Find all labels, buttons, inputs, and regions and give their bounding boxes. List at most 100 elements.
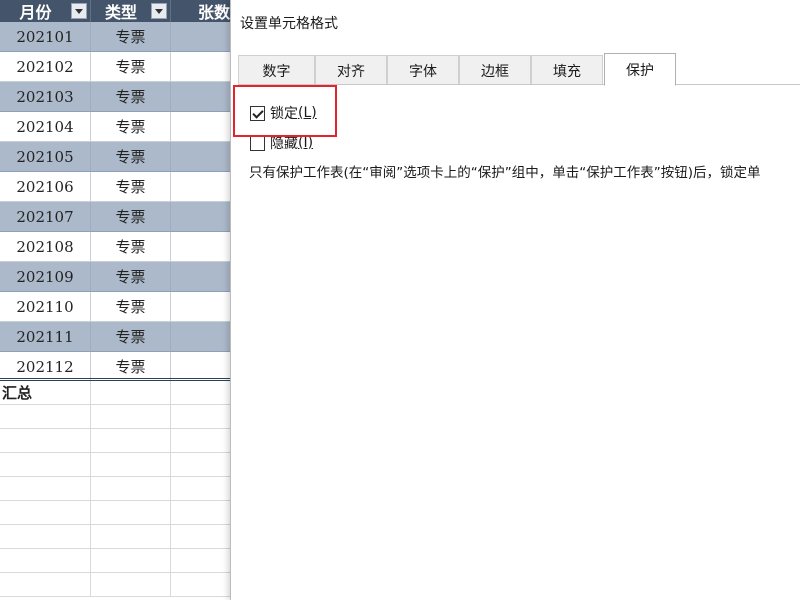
cell-count[interactable] bbox=[171, 82, 232, 112]
cell-month[interactable]: 202106 bbox=[0, 172, 91, 202]
cell-count[interactable] bbox=[171, 112, 232, 142]
cell-type[interactable]: 专票 bbox=[91, 22, 171, 52]
cell-empty[interactable] bbox=[91, 501, 171, 525]
table-row[interactable]: 202103 专票 bbox=[0, 82, 232, 112]
cell-empty[interactable] bbox=[0, 573, 91, 597]
cell-empty[interactable] bbox=[171, 525, 232, 549]
cell-count[interactable] bbox=[171, 142, 232, 172]
cell-empty[interactable] bbox=[91, 477, 171, 501]
cell-empty[interactable] bbox=[0, 405, 91, 429]
cell-empty[interactable] bbox=[0, 429, 91, 453]
cell-month[interactable]: 202103 bbox=[0, 82, 91, 112]
empty-row[interactable] bbox=[0, 549, 232, 573]
dialog-title: 设置单元格格式 bbox=[240, 16, 338, 32]
cell-month[interactable]: 202104 bbox=[0, 112, 91, 142]
table-row[interactable]: 202108 专票 bbox=[0, 232, 232, 262]
header-count[interactable]: 张数 bbox=[171, 0, 232, 22]
cell-month[interactable]: 202110 bbox=[0, 292, 91, 322]
tab-number[interactable]: 数字 bbox=[238, 55, 315, 85]
cell-empty[interactable] bbox=[0, 549, 91, 573]
table-row[interactable]: 202101 专票 bbox=[0, 22, 232, 52]
cell-type[interactable]: 专票 bbox=[91, 142, 171, 172]
cell-type[interactable]: 专票 bbox=[91, 322, 171, 352]
cell-month[interactable]: 202105 bbox=[0, 142, 91, 172]
filter-dropdown-icon[interactable] bbox=[151, 3, 167, 19]
cell-empty[interactable] bbox=[91, 405, 171, 429]
cell-type[interactable]: 专票 bbox=[91, 292, 171, 322]
cell-empty[interactable] bbox=[91, 549, 171, 573]
tab-fill[interactable]: 填充 bbox=[531, 55, 603, 85]
empty-row[interactable] bbox=[0, 477, 232, 501]
filter-dropdown-icon[interactable] bbox=[71, 3, 87, 19]
cell-empty[interactable] bbox=[171, 549, 232, 573]
cell-count[interactable] bbox=[171, 172, 232, 202]
cell-empty[interactable] bbox=[171, 405, 232, 429]
cell-type[interactable]: 专票 bbox=[91, 112, 171, 142]
tab-protection[interactable]: 保护 bbox=[604, 53, 676, 86]
cell-count[interactable] bbox=[171, 292, 232, 322]
cell-type[interactable]: 专票 bbox=[91, 202, 171, 232]
cell-type[interactable]: 专票 bbox=[91, 232, 171, 262]
cell-count[interactable] bbox=[171, 322, 232, 352]
annotation-highlight-box bbox=[233, 85, 337, 137]
header-month-label: 月份 bbox=[19, 3, 52, 22]
table-row[interactable]: 202104 专票 bbox=[0, 112, 232, 142]
cell-month[interactable]: 202101 bbox=[0, 22, 91, 52]
cell-empty[interactable] bbox=[91, 381, 171, 405]
cell-month[interactable]: 202109 bbox=[0, 262, 91, 292]
tab-border[interactable]: 边框 bbox=[459, 55, 531, 85]
cell-type[interactable]: 专票 bbox=[91, 82, 171, 112]
cell-empty[interactable] bbox=[0, 453, 91, 477]
hidden-checkbox[interactable] bbox=[250, 135, 265, 151]
summary-label[interactable]: 汇总 bbox=[0, 381, 91, 405]
table-row[interactable]: 202107 专票 bbox=[0, 202, 232, 232]
header-count-label: 张数 bbox=[198, 3, 231, 22]
cell-empty[interactable] bbox=[171, 381, 232, 405]
cell-empty[interactable] bbox=[0, 501, 91, 525]
hidden-hotkey: (I) bbox=[298, 135, 314, 151]
empty-row[interactable] bbox=[0, 453, 232, 477]
empty-row[interactable] bbox=[0, 501, 232, 525]
table-row[interactable]: 202106 专票 bbox=[0, 172, 232, 202]
cell-count[interactable] bbox=[171, 52, 232, 82]
cell-empty[interactable] bbox=[0, 525, 91, 549]
cell-type[interactable]: 专票 bbox=[91, 262, 171, 292]
cell-type[interactable]: 专票 bbox=[91, 52, 171, 82]
summary-row[interactable]: 汇总 bbox=[0, 381, 232, 405]
cell-empty[interactable] bbox=[171, 477, 232, 501]
cell-month[interactable]: 202108 bbox=[0, 232, 91, 262]
header-month[interactable]: 月份 bbox=[0, 0, 91, 22]
empty-row[interactable] bbox=[0, 525, 232, 549]
cell-empty[interactable] bbox=[0, 477, 91, 501]
cell-empty[interactable] bbox=[171, 429, 232, 453]
header-type[interactable]: 类型 bbox=[91, 0, 171, 22]
cell-count[interactable] bbox=[171, 202, 232, 232]
cell-empty[interactable] bbox=[91, 429, 171, 453]
cell-empty[interactable] bbox=[91, 525, 171, 549]
tab-alignment[interactable]: 对齐 bbox=[315, 55, 387, 85]
cell-count[interactable] bbox=[171, 22, 232, 52]
protection-info-text: 只有保护工作表(在“审阅”选项卡上的“保护”组中，单击“保护工作表”按钮)后，锁… bbox=[249, 165, 761, 181]
cell-type[interactable]: 专票 bbox=[91, 172, 171, 202]
cell-month[interactable]: 202102 bbox=[0, 52, 91, 82]
table-row[interactable]: 202109 专票 bbox=[0, 262, 232, 292]
cell-month[interactable]: 202111 bbox=[0, 322, 91, 352]
header-type-label: 类型 bbox=[104, 3, 137, 22]
spreadsheet: 月份 类型 张数 202101 专票 202102 专票 202103 专票 2… bbox=[0, 0, 232, 600]
cell-empty[interactable] bbox=[171, 573, 232, 597]
table-row[interactable]: 202105 专票 bbox=[0, 142, 232, 172]
empty-row[interactable] bbox=[0, 573, 232, 597]
empty-row[interactable] bbox=[0, 405, 232, 429]
cell-empty[interactable] bbox=[171, 501, 232, 525]
table-row[interactable]: 202102 专票 bbox=[0, 52, 232, 82]
cell-empty[interactable] bbox=[91, 573, 171, 597]
table-row[interactable]: 202111 专票 bbox=[0, 322, 232, 352]
cell-count[interactable] bbox=[171, 232, 232, 262]
empty-row[interactable] bbox=[0, 429, 232, 453]
cell-empty[interactable] bbox=[171, 453, 232, 477]
tab-font[interactable]: 字体 bbox=[387, 55, 459, 85]
cell-empty[interactable] bbox=[91, 453, 171, 477]
cell-month[interactable]: 202107 bbox=[0, 202, 91, 232]
cell-count[interactable] bbox=[171, 262, 232, 292]
table-row[interactable]: 202110 专票 bbox=[0, 292, 232, 322]
